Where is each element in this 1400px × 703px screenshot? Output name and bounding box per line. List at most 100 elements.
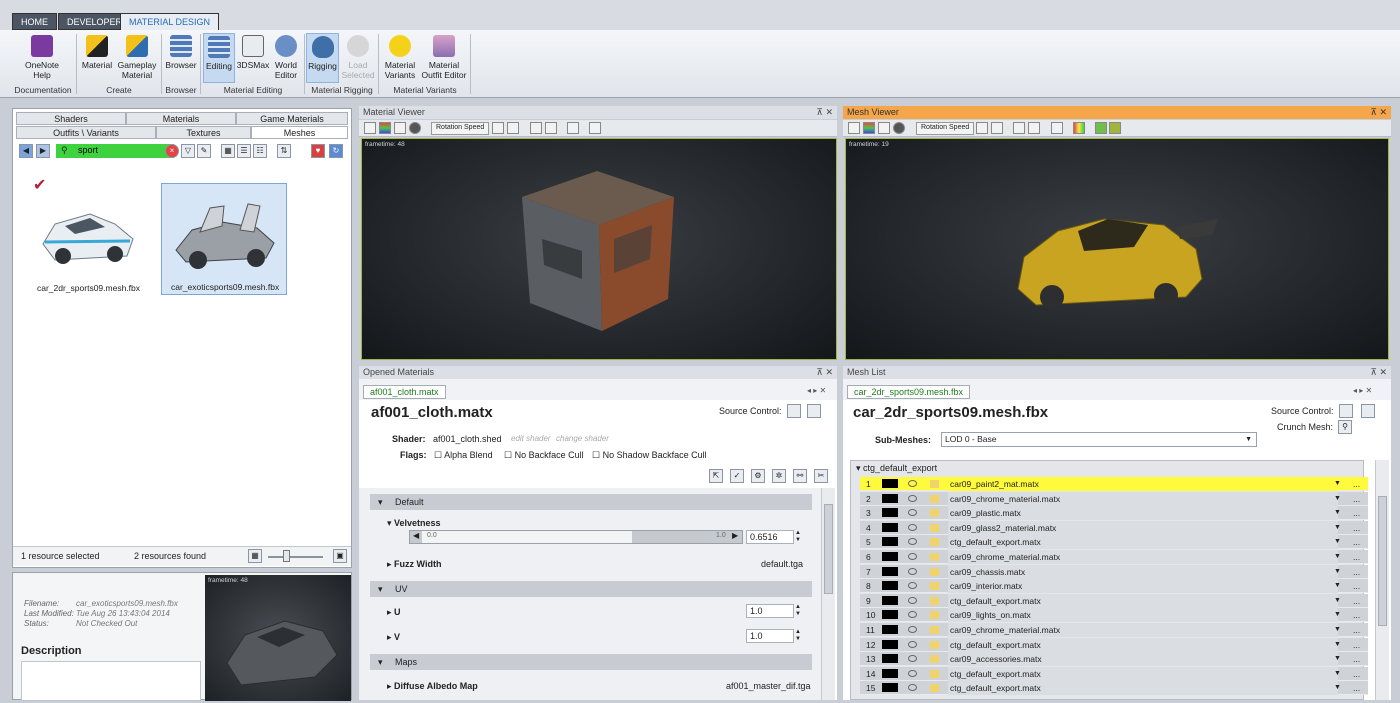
- material-variants-button[interactable]: Material Variants: [381, 33, 419, 80]
- eye-icon[interactable]: [908, 626, 917, 633]
- description-field[interactable]: [21, 661, 201, 701]
- material-name[interactable]: car09_chrome_material.matx: [948, 491, 1338, 506]
- rotation-speed-label[interactable]: Rotation Speed: [431, 122, 490, 135]
- folder-icon[interactable]: [930, 596, 939, 605]
- play-icon[interactable]: [976, 122, 988, 134]
- table-row[interactable]: 11 car09_chrome_material.matx ▼...: [860, 623, 1368, 637]
- reset-icon[interactable]: [991, 122, 1003, 134]
- color-swatch[interactable]: [882, 610, 898, 620]
- eye-icon[interactable]: [908, 684, 917, 692]
- table-row[interactable]: 1 car09_paint2_mat.matx ▼...: [860, 477, 1368, 491]
- mesh-viewport[interactable]: frametime: 19: [845, 138, 1389, 360]
- eye-icon[interactable]: [908, 494, 917, 502]
- folder-icon[interactable]: [930, 582, 939, 591]
- folder-icon[interactable]: [930, 494, 939, 503]
- folder-icon[interactable]: [930, 523, 939, 532]
- checkout-icon[interactable]: ✓: [730, 469, 744, 483]
- table-row[interactable]: 15 ctg_default_export.matx ▼...: [860, 681, 1368, 696]
- source-add-icon[interactable]: [1339, 404, 1353, 418]
- color-swatch[interactable]: [882, 552, 898, 561]
- chevron-down-icon[interactable]: ▼: [1334, 565, 1341, 579]
- folder-icon[interactable]: [930, 480, 939, 488]
- folder-icon[interactable]: [930, 626, 939, 634]
- back-button[interactable]: ◀: [19, 144, 33, 158]
- gameplay-material-button[interactable]: Gameplay Material: [116, 33, 158, 80]
- grid-icon[interactable]: [848, 122, 860, 134]
- chevron-down-icon[interactable]: ▼: [1334, 550, 1341, 564]
- pin-close-icons[interactable]: ⊼ ✕: [816, 366, 833, 379]
- alpha-blend-checkbox[interactable]: ☐ Alpha Blend: [434, 450, 493, 461]
- material-viewport[interactable]: frametime: 48: [361, 138, 837, 360]
- rigging-button[interactable]: Rigging: [306, 33, 339, 83]
- spinner-icon[interactable]: ▲ ▼: [795, 530, 801, 544]
- pin-close-icons[interactable]: ⊼ ✕: [1370, 366, 1387, 379]
- pin-close-icons[interactable]: ⊼ ✕: [816, 106, 833, 119]
- material-name[interactable]: car09_chrome_material.matx: [948, 550, 1338, 564]
- play-icon[interactable]: [492, 122, 504, 134]
- settings-icon[interactable]: ⚙: [751, 469, 765, 483]
- color-swatch[interactable]: [882, 625, 898, 634]
- export-icon[interactable]: ⇱: [709, 469, 723, 483]
- table-row[interactable]: 8 car09_interior.matx ▼...: [860, 579, 1368, 594]
- eye-icon[interactable]: [908, 655, 917, 663]
- material-name[interactable]: ctg_default_export.matx: [948, 535, 1338, 550]
- tab-nav-icons[interactable]: ◂ ▸ ✕: [1353, 386, 1372, 395]
- more-button[interactable]: ...: [1353, 550, 1360, 564]
- material-name[interactable]: car09_chassis.matx: [948, 564, 1338, 579]
- table-row[interactable]: 2 car09_chrome_material.matx ▼...: [860, 491, 1368, 506]
- material-tab[interactable]: af001_cloth.matx: [363, 385, 446, 399]
- color-swatch[interactable]: [882, 683, 898, 693]
- clear-search-button[interactable]: ×: [165, 144, 179, 158]
- material-name[interactable]: car09_plastic.matx: [948, 506, 1338, 521]
- material-scrollbar[interactable]: [821, 488, 835, 700]
- color-swatch[interactable]: [882, 522, 898, 532]
- chevron-down-icon[interactable]: ▼: [1334, 638, 1341, 652]
- eye-icon[interactable]: [908, 480, 917, 487]
- material-name[interactable]: car09_accessories.matx: [948, 652, 1338, 667]
- eye-icon[interactable]: [908, 567, 917, 575]
- chevron-down-icon[interactable]: ▼: [1334, 521, 1341, 535]
- tab-nav-icons[interactable]: ◂ ▸ ✕: [807, 386, 826, 395]
- spinner-icon[interactable]: ▲ ▼: [795, 629, 801, 643]
- onenote-help-button[interactable]: OneNote Help: [22, 33, 62, 80]
- material-button[interactable]: Material: [80, 33, 114, 70]
- color-swatch[interactable]: [882, 595, 898, 605]
- more-button[interactable]: ...: [1353, 477, 1360, 491]
- eye-icon[interactable]: [908, 538, 917, 546]
- color-swatch[interactable]: [882, 537, 898, 547]
- more-button[interactable]: ...: [1353, 652, 1360, 666]
- large-grid-icon[interactable]: ▣: [333, 549, 347, 563]
- eye-icon[interactable]: [908, 523, 917, 531]
- table-row[interactable]: 5 ctg_default_export.matx ▼...: [860, 535, 1368, 550]
- scroll-thumb[interactable]: [824, 504, 833, 594]
- tab-meshes[interactable]: Meshes: [251, 126, 348, 139]
- tools-icon[interactable]: ✎: [197, 144, 211, 158]
- source-add-icon[interactable]: [787, 404, 801, 418]
- table-row[interactable]: 14 ctg_default_export.matx ▼...: [860, 666, 1368, 681]
- more-button[interactable]: ...: [1353, 667, 1360, 681]
- spinner-icon[interactable]: ▲ ▼: [795, 604, 801, 618]
- chevron-down-icon[interactable]: ▼: [1334, 594, 1341, 608]
- table-row[interactable]: 3 car09_plastic.matx ▼...: [860, 506, 1368, 521]
- detail-view-icon[interactable]: ☷: [253, 144, 267, 158]
- tab-textures[interactable]: Textures: [156, 126, 251, 139]
- more-button[interactable]: ...: [1353, 492, 1360, 506]
- chevron-down-icon[interactable]: ▼: [1334, 506, 1341, 520]
- mesh-thumbnail[interactable]: [35, 194, 140, 274]
- chevron-down-icon[interactable]: ▼: [1334, 535, 1341, 549]
- palette-icon[interactable]: [1073, 122, 1085, 134]
- camera-icon[interactable]: [530, 122, 542, 134]
- material-outfit-editor-button[interactable]: Material Outfit Editor: [420, 33, 468, 80]
- frame-icon[interactable]: [589, 122, 601, 134]
- folder-icon[interactable]: [930, 611, 939, 620]
- source-refresh-icon[interactable]: [807, 404, 821, 418]
- chevron-down-icon[interactable]: ▼: [1334, 652, 1341, 666]
- overlay-icon[interactable]: [1109, 122, 1121, 134]
- submeshes-dropdown[interactable]: LOD 0 - Base ▼: [941, 432, 1257, 447]
- mesh-scrollbar[interactable]: [1375, 460, 1389, 700]
- more-button[interactable]: ...: [1353, 638, 1360, 652]
- velvetness-value[interactable]: 0.6516: [746, 530, 794, 544]
- unlink-icon[interactable]: ✂: [814, 469, 828, 483]
- color-swatch[interactable]: [882, 566, 898, 576]
- small-grid-icon[interactable]: ▦: [248, 549, 262, 563]
